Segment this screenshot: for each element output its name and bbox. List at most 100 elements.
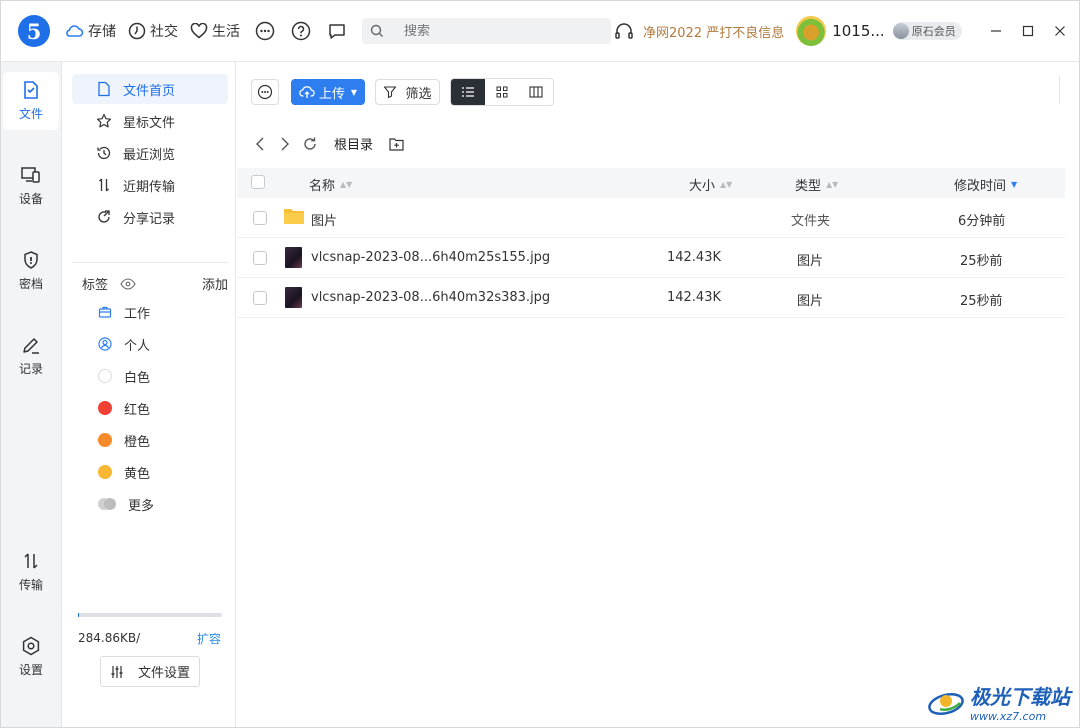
column-size[interactable]: 大小 ▲▼ (689, 175, 732, 194)
column-name[interactable]: 名称 ▲▼ (309, 175, 352, 194)
nav-social-label: 社交 (150, 24, 178, 40)
tag-item-orange[interactable]: 橙色 (98, 428, 150, 452)
row-type: 图片 (797, 254, 824, 269)
sidebar-item-transfers[interactable]: 近期传输 (72, 170, 228, 200)
rail-item-notes[interactable]: 记录 (3, 327, 59, 385)
rail-item-file-label: 文件 (18, 107, 43, 121)
rail-item-vault[interactable]: 密档 (3, 242, 59, 300)
view-mode-group (450, 78, 554, 106)
row-size: 142.43K (666, 250, 721, 265)
more-apps-button[interactable] (252, 18, 278, 44)
rail-item-transfer[interactable]: 传输 (3, 543, 59, 601)
table-row[interactable]: vlcsnap-2023-08...6h40m25s155.jpg 142.43… (237, 238, 1065, 278)
row-checkbox[interactable] (253, 251, 267, 265)
file-icon (98, 81, 110, 97)
breadcrumb: 根目录 (251, 134, 412, 153)
row-modified: 6分钟前 (958, 214, 1006, 229)
file-settings-button[interactable]: 文件设置 (100, 656, 200, 687)
transfer-icon (99, 178, 109, 192)
app-logo[interactable]: 5 (18, 15, 50, 47)
watermark-logo-icon (928, 693, 964, 715)
list-view-button[interactable] (451, 79, 485, 105)
search-box[interactable] (362, 18, 611, 44)
nav-life[interactable]: 生活 (190, 21, 240, 41)
close-button[interactable] (1046, 17, 1074, 45)
history-icon (97, 146, 111, 160)
sidebar-item-shares[interactable]: 分享记录 (72, 202, 228, 232)
sidebar-item-starred-label: 星标文件 (123, 115, 176, 131)
window-controls (978, 17, 1074, 45)
table-row[interactable]: vlcsnap-2023-08...6h40m32s383.jpg 142.43… (237, 278, 1065, 318)
filter-button[interactable]: 筛选 (375, 79, 440, 105)
watermark-url: www.xz7.com (970, 710, 1047, 723)
user-id[interactable]: 1015... (832, 22, 884, 40)
tag-item-yellow[interactable]: 黄色 (98, 460, 150, 484)
vip-badge[interactable]: 原石会员 (892, 22, 962, 40)
nav-storage[interactable]: 存储 (64, 21, 116, 41)
person-icon (98, 337, 112, 351)
refresh-button[interactable] (301, 135, 319, 153)
search-input[interactable] (404, 23, 584, 39)
watermark: 极光下载站 www.xz7.com (926, 681, 1070, 723)
cloud-icon (66, 25, 84, 37)
maximize-button[interactable] (1014, 17, 1042, 45)
back-button[interactable] (251, 135, 269, 153)
add-tag-button[interactable]: 添加 (202, 274, 228, 293)
eye-icon[interactable] (120, 277, 136, 290)
tag-item-more[interactable]: 更多 (98, 492, 154, 516)
sidebar-item-recent[interactable]: 最近浏览 (72, 138, 228, 168)
tag-item-work[interactable]: 工作 (98, 300, 150, 324)
minimize-button[interactable] (982, 17, 1010, 45)
rail-item-file[interactable]: 文件 (3, 72, 59, 130)
list-icon (462, 87, 474, 97)
sliders-icon (111, 665, 123, 678)
table-row[interactable]: 图片 文件夹 6分钟前 (237, 198, 1065, 238)
chat-icon (329, 24, 345, 39)
nav-social[interactable]: 社交 (128, 21, 178, 41)
rail-item-device[interactable]: 设备 (3, 157, 59, 215)
more-icon (255, 21, 275, 41)
breadcrumb-root[interactable]: 根目录 (334, 134, 373, 153)
rail-item-settings-label: 设置 (18, 663, 43, 677)
red-dot-icon (98, 401, 112, 415)
rail-item-settings[interactable]: 设置 (3, 628, 59, 686)
sidebar-item-starred[interactable]: 星标文件 (72, 106, 228, 136)
sidebar-item-home[interactable]: 文件首页 (72, 74, 228, 104)
star-icon (96, 113, 112, 128)
top-nav: 存储 社交 生活 (64, 18, 360, 44)
transfer-icon (24, 553, 38, 569)
row-checkbox[interactable] (253, 291, 267, 305)
column-type[interactable]: 类型 ▲▼ (795, 175, 838, 194)
forward-button[interactable] (276, 135, 294, 153)
avatar[interactable] (796, 16, 827, 46)
tag-item-white-label: 白色 (124, 370, 151, 386)
sidebar-item-home-label: 文件首页 (123, 83, 176, 99)
column-modified[interactable]: 修改时间 ▼ (954, 175, 1017, 194)
upload-button[interactable]: 上传 ▼ (291, 79, 365, 105)
tag-item-red[interactable]: 红色 (98, 396, 150, 420)
more-actions-button[interactable] (251, 79, 279, 105)
select-all-checkbox[interactable] (251, 175, 265, 189)
help-button[interactable] (288, 18, 314, 44)
sort-desc-icon: ▼ (1011, 180, 1018, 189)
column-view-button[interactable] (519, 79, 553, 105)
notice-link[interactable]: 净网2022 严打不良信息 (643, 22, 784, 41)
row-modified: 25秒前 (960, 254, 1003, 269)
tag-item-white[interactable]: 白色 (98, 364, 150, 388)
tag-item-personal[interactable]: 个人 (98, 332, 150, 356)
rail-item-vault-label: 密档 (18, 277, 43, 291)
sort-icon: ▲▼ (720, 180, 733, 189)
white-dot-icon (98, 369, 112, 383)
device-icon (21, 167, 40, 183)
column-size-label: 大小 (689, 179, 716, 194)
row-checkbox[interactable] (253, 211, 267, 225)
toolbar: 上传 ▼ 筛选 (251, 78, 554, 106)
headset-icon[interactable] (613, 20, 635, 42)
nav-life-label: 生活 (212, 24, 240, 40)
new-folder-button[interactable] (387, 135, 405, 153)
grid-view-button[interactable] (485, 79, 519, 105)
help-icon (291, 21, 311, 41)
sort-icon: ▲▼ (340, 180, 353, 189)
message-button[interactable] (324, 18, 350, 44)
expand-storage-link[interactable]: 扩容 (197, 630, 221, 647)
